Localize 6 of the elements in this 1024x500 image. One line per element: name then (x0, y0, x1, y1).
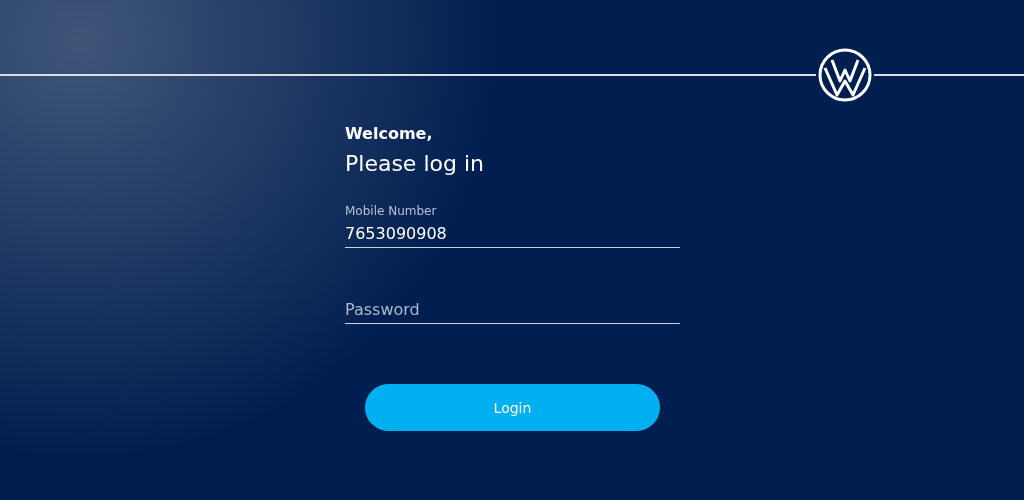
field-label: Mobile Number (345, 204, 438, 218)
login-heading: Please log in (345, 151, 485, 176)
welcome-text: Welcome, (345, 124, 434, 143)
logo-icon (818, 48, 872, 102)
password-field[interactable]: Password (345, 300, 680, 319)
mobile-number-field[interactable]: 7653090908 (345, 224, 680, 243)
